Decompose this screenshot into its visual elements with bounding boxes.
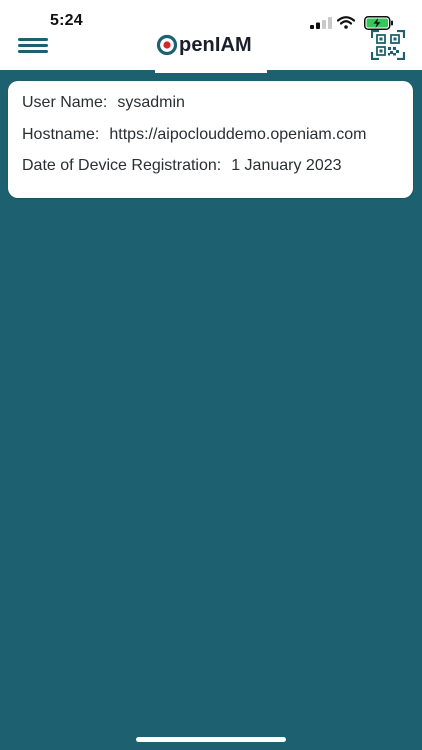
hostname-row: Hostname: https://aipoclouddemo.openiam.c… [22, 125, 366, 145]
home-indicator[interactable] [136, 737, 286, 742]
registration-date-value: 1 January 2023 [231, 157, 342, 174]
logo-o-icon [156, 34, 178, 56]
logo-text: OpenIAM [179, 34, 252, 56]
registration-date-label: Date of Device Registration: [22, 157, 222, 174]
status-time: 5:24 [50, 12, 83, 29]
hostname-label: Hostname: [22, 126, 100, 143]
wifi-icon [337, 16, 355, 29]
user-name-label: User Name: [22, 94, 108, 111]
logo-wordmark: penIAM [179, 34, 252, 56]
user-name-value: sysadmin [117, 94, 185, 111]
top-header: 5:24 OpenIAM [0, 0, 422, 70]
qr-code-scanner-icon[interactable] [371, 30, 405, 60]
hostname-value: https://aipoclouddemo.openiam.com [109, 126, 367, 143]
menu-line [18, 50, 48, 53]
menu-line [18, 44, 48, 47]
battery-charging-icon [364, 16, 393, 30]
cellular-signal-icon [310, 17, 332, 29]
device-info-card: User Name: sysadmin Hostname: https://aipo… [8, 81, 413, 198]
user-name-row: User Name: sysadmin [22, 93, 185, 113]
header-tab-indicator [155, 70, 267, 73]
menu-button[interactable] [18, 38, 48, 54]
registration-date-row: Date of Device Registration: 1 January 20… [22, 156, 342, 176]
menu-line [18, 38, 48, 41]
openiam-logo: OpenIAM [156, 32, 252, 58]
